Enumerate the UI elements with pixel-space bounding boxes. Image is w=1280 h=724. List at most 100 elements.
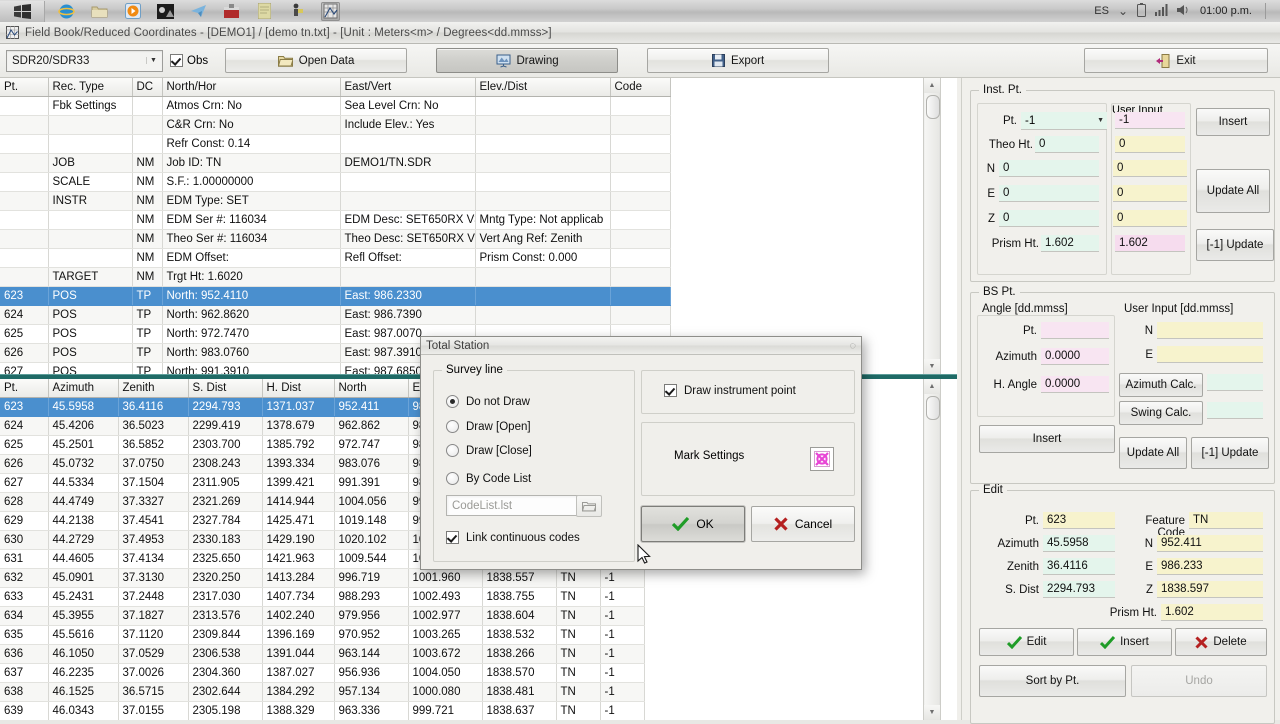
table-cell[interactable]: 45.2431	[48, 588, 118, 607]
table-cell[interactable]	[610, 116, 670, 135]
bs-m1-update-button[interactable]: [-1] Update	[1191, 437, 1269, 469]
table-cell[interactable]: 2317.030	[188, 588, 262, 607]
table-cell[interactable]: -1	[600, 645, 644, 664]
table-cell[interactable]: 1003.265	[408, 626, 482, 645]
table-cell[interactable]: 1003.672	[408, 645, 482, 664]
table-cell[interactable]: 45.5958	[48, 398, 118, 417]
tray-language[interactable]: ES	[1094, 5, 1109, 17]
table-cell[interactable]: 957.134	[334, 683, 408, 702]
table-cell[interactable]	[610, 173, 670, 192]
table-cell[interactable]	[610, 287, 670, 306]
table-cell[interactable]: 996.719	[334, 569, 408, 588]
table-cell[interactable]: 36.5852	[118, 436, 188, 455]
radio-by-code-list[interactable]: By Code List	[446, 472, 531, 485]
table-cell[interactable]	[48, 211, 132, 230]
table-cell[interactable]: TARGET	[48, 268, 132, 287]
top-grid-col-header[interactable]: Code	[610, 78, 670, 97]
table-cell[interactable]	[132, 116, 162, 135]
table-cell[interactable]: Atmos Crn: No	[162, 97, 340, 116]
table-cell[interactable]: East: 986.2330	[340, 287, 475, 306]
theo-ht-user[interactable]: 0	[1115, 136, 1185, 153]
paper-airplane-icon[interactable]	[189, 2, 208, 21]
volume-icon[interactable]	[1177, 4, 1191, 19]
feature-code-value[interactable]: TN	[1189, 512, 1263, 529]
table-cell[interactable]	[610, 230, 670, 249]
table-cell[interactable]: 1425.471	[262, 512, 334, 531]
table-cell[interactable]: 45.4206	[48, 417, 118, 436]
table-cell[interactable]: 45.0732	[48, 455, 118, 474]
table-cell[interactable]: NM	[132, 268, 162, 287]
table-row[interactable]: SCALENMS.F.: 1.00000000	[0, 173, 670, 192]
table-cell[interactable]	[610, 135, 670, 154]
table-cell[interactable]: NM	[132, 211, 162, 230]
table-cell[interactable]: 956.936	[334, 664, 408, 683]
inst-insert-button[interactable]: Insert	[1196, 108, 1270, 136]
table-cell[interactable]	[475, 306, 610, 325]
table-cell[interactable]: 36.5023	[118, 417, 188, 436]
bs-n-value[interactable]	[1157, 322, 1263, 339]
top-grid-col-header[interactable]: North/Hor	[162, 78, 340, 97]
azimuth-calc-button[interactable]: Azimuth Calc.	[1119, 373, 1203, 397]
inst-n-user[interactable]: 0	[1113, 160, 1187, 177]
edit-z-value[interactable]: 1838.597	[1157, 581, 1263, 598]
table-cell[interactable]: 623	[0, 398, 48, 417]
bottom-grid-col-header[interactable]: H. Dist	[262, 379, 334, 398]
table-cell[interactable]: EDM Offset:	[162, 249, 340, 268]
table-cell[interactable]	[0, 268, 48, 287]
bottom-grid-col-header[interactable]: Zenith	[118, 379, 188, 398]
toolbox-icon[interactable]	[222, 2, 241, 21]
signal-icon[interactable]	[1155, 4, 1168, 19]
table-cell[interactable]: Trgt Ht: 1.6020	[162, 268, 340, 287]
field-book-grid[interactable]: Pt.Rec. TypeDCNorth/HorEast/VertElev./Di…	[0, 78, 957, 374]
top-grid-col-header[interactable]: Rec. Type	[48, 78, 132, 97]
table-cell[interactable]: 625	[0, 436, 48, 455]
table-cell[interactable]: 1399.421	[262, 474, 334, 493]
table-cell[interactable]: 37.1504	[118, 474, 188, 493]
table-cell[interactable]: Sea Level Crn: No	[340, 97, 475, 116]
radio-draw-close[interactable]: Draw [Close]	[446, 444, 532, 457]
table-cell[interactable]: 1429.190	[262, 531, 334, 550]
table-cell[interactable]: Fbk Settings	[48, 97, 132, 116]
table-cell[interactable]	[475, 287, 610, 306]
inst-z-value[interactable]: 0	[999, 210, 1099, 227]
table-cell[interactable]: North: 962.8620	[162, 306, 340, 325]
table-cell[interactable]: 1384.292	[262, 683, 334, 702]
table-cell[interactable]: Vert Ang Ref: Zenith	[475, 230, 610, 249]
table-cell[interactable]	[610, 154, 670, 173]
table-cell[interactable]: Prism Const: 0.000	[475, 249, 610, 268]
draw-instrument-point-checkbox[interactable]: Draw instrument point	[664, 384, 796, 397]
table-cell[interactable]: 1414.944	[262, 493, 334, 512]
table-row[interactable]: 623POSTPNorth: 952.4110East: 986.2330	[0, 287, 670, 306]
table-row[interactable]: 63946.034337.01552305.1981388.329963.336…	[0, 702, 644, 721]
radio-do-not-draw[interactable]: Do not Draw	[446, 395, 530, 408]
table-cell[interactable]	[610, 306, 670, 325]
table-cell[interactable]	[475, 192, 610, 211]
table-cell[interactable]	[48, 249, 132, 268]
table-cell[interactable]: TP	[132, 325, 162, 344]
table-cell[interactable]: 45.3955	[48, 607, 118, 626]
table-cell[interactable]: Include Elev.: Yes	[340, 116, 475, 135]
mark-settings-button[interactable]	[810, 447, 834, 471]
table-cell[interactable]: 37.1827	[118, 607, 188, 626]
ok-button[interactable]: OK	[641, 506, 745, 542]
top-grid-col-header[interactable]: Pt.	[0, 78, 48, 97]
top-grid-col-header[interactable]: DC	[132, 78, 162, 97]
internet-explorer-icon[interactable]	[57, 2, 76, 21]
table-cell[interactable]: 624	[0, 306, 48, 325]
battery-icon[interactable]	[1137, 3, 1146, 20]
table-cell[interactable]: 1838.755	[482, 588, 556, 607]
table-cell[interactable]: 37.2448	[118, 588, 188, 607]
table-cell[interactable]	[48, 135, 132, 154]
table-row[interactable]: C&R Crn: NoInclude Elev.: Yes	[0, 116, 670, 135]
show-desktop-button[interactable]	[1265, 3, 1274, 19]
table-cell[interactable]: 2327.784	[188, 512, 262, 531]
table-cell[interactable]: 625	[0, 325, 48, 344]
table-cell[interactable]: POS	[48, 325, 132, 344]
link-continuous-codes-checkbox[interactable]: Link continuous codes	[446, 531, 580, 544]
windows-explorer-icon[interactable]	[90, 2, 109, 21]
bottom-grid-col-header[interactable]: Pt.	[0, 379, 48, 398]
inst-update-all-button[interactable]: Update All	[1196, 169, 1270, 213]
table-cell[interactable]: -1	[600, 607, 644, 626]
table-cell[interactable]: 46.1525	[48, 683, 118, 702]
table-cell[interactable]: 37.0026	[118, 664, 188, 683]
